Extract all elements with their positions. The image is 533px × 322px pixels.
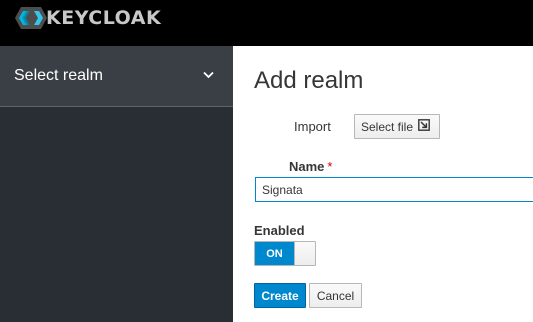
realm-selector[interactable]: Select realm bbox=[0, 46, 233, 107]
cancel-button[interactable]: Cancel bbox=[309, 283, 362, 308]
enabled-label: Enabled bbox=[254, 223, 305, 238]
toggle-on-label: ON bbox=[255, 242, 294, 265]
realm-name-input[interactable] bbox=[255, 177, 533, 202]
page-title: Add realm bbox=[254, 67, 364, 94]
enabled-toggle[interactable]: ON bbox=[254, 241, 316, 266]
required-indicator: * bbox=[327, 159, 333, 174]
sidebar: Select realm bbox=[0, 46, 233, 322]
chevron-down-icon bbox=[203, 71, 214, 79]
masthead: KEYCLOAK bbox=[0, 0, 533, 46]
name-label-text: Name bbox=[289, 159, 325, 174]
realm-selector-label: Select realm bbox=[14, 67, 103, 84]
brand-logo[interactable]: KEYCLOAK bbox=[14, 6, 163, 30]
import-label: Import bbox=[294, 119, 331, 134]
select-file-label: Select file bbox=[361, 119, 414, 134]
main-content: Add realm Import Select file Name* Enabl… bbox=[233, 46, 533, 322]
brand-name: KEYCLOAK bbox=[46, 7, 162, 29]
keycloak-logo-icon bbox=[15, 7, 47, 29]
name-label: Name * bbox=[289, 159, 332, 174]
import-icon bbox=[418, 119, 430, 134]
create-button[interactable]: Create bbox=[254, 283, 306, 308]
toggle-handle[interactable] bbox=[294, 242, 315, 265]
select-file-button[interactable]: Select file bbox=[354, 114, 440, 139]
